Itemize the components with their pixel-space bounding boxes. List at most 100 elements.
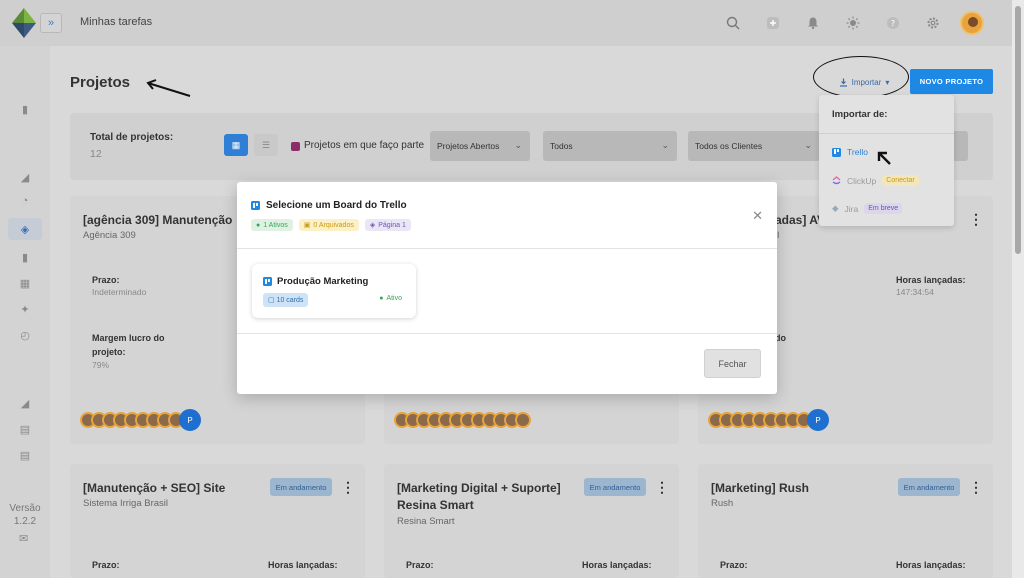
hours-label: Horas lançadas: xyxy=(582,560,652,570)
team-avatars[interactable]: P xyxy=(80,409,201,431)
clock-icon[interactable]: ◴ xyxy=(18,328,32,342)
expand-sidebar-button[interactable]: » xyxy=(40,13,62,33)
deadline-value: Indeterminado xyxy=(92,287,147,297)
project-title[interactable]: [Manutenção + SEO] Site xyxy=(83,480,225,497)
annotation-circle xyxy=(813,56,909,98)
grid-view-button[interactable]: ▦ xyxy=(224,134,248,156)
pie-chart-icon[interactable]: ◔ xyxy=(18,194,32,208)
trello-icon xyxy=(832,147,841,157)
active-count-badge: ● 1 Ativos xyxy=(251,219,293,231)
cards-count-badge: ▢ 10 cards xyxy=(263,293,309,307)
deadline-label: Prazo: xyxy=(92,275,120,285)
project-card[interactable]: [Marketing] Rush Rush Em andamento ⋮ Pra… xyxy=(698,464,993,578)
project-client: Sistema Irriga Brasil xyxy=(83,498,168,509)
sidebar: ▮ ◢ ◔ ◈ ▮ ▦ ✦ ◴ ◢ ▤ ▤ Versão 1.2.2 ✉ xyxy=(0,46,50,578)
annotation-arrow-icon xyxy=(146,79,191,97)
mail-icon[interactable]: ✉ xyxy=(19,532,28,545)
margin-value: 79% xyxy=(92,360,110,370)
layers-icon: ◈ xyxy=(369,222,376,229)
project-client: Rush xyxy=(711,498,734,509)
close-icon[interactable]: ✕ xyxy=(752,208,763,224)
dashboard-icon[interactable]: ▮ xyxy=(18,102,32,116)
cards-icon: ▢ xyxy=(268,297,275,304)
deadline-label: Prazo: xyxy=(92,560,120,570)
reports-icon[interactable]: ▮ xyxy=(18,250,32,264)
pin-icon[interactable]: ✦ xyxy=(18,302,32,316)
modal-title: Selecione um Board do Trello xyxy=(251,200,407,211)
divider xyxy=(237,333,777,334)
board-name[interactable]: Produção Marketing xyxy=(263,276,368,287)
projects-icon[interactable]: ◈ xyxy=(8,218,42,240)
status-badge: Em andamento xyxy=(584,478,646,496)
client-select[interactable]: Todos os Clientes ⌄ xyxy=(688,131,820,161)
hours-label: Horas lançadas: xyxy=(896,275,966,285)
annotation-cursor-icon xyxy=(877,151,891,165)
archive-icon: ▣ xyxy=(303,222,311,229)
project-card[interactable]: [Marketing Digital + Suporte] Resina Sma… xyxy=(384,464,679,578)
close-button[interactable]: Fechar xyxy=(704,349,761,378)
scrollbar-thumb[interactable] xyxy=(1015,6,1021,254)
page-badge: ◈ Página 1 xyxy=(364,219,411,231)
card-menu-icon[interactable]: ⋮ xyxy=(341,480,355,494)
deadline-label: Prazo: xyxy=(720,560,748,570)
app-version: Versão 1.2.2 xyxy=(9,503,41,527)
analytics-icon[interactable]: ◢ xyxy=(18,396,32,410)
help-icon[interactable]: ? xyxy=(880,10,906,36)
project-title[interactable]: adas] AV xyxy=(775,212,825,229)
app-logo[interactable] xyxy=(12,8,36,38)
user-avatar[interactable] xyxy=(960,11,984,35)
list-view-button[interactable]: ☰ xyxy=(254,134,278,156)
vertical-scrollbar[interactable] xyxy=(1012,0,1024,578)
status-badge: Em andamento xyxy=(898,478,960,496)
clickup-icon xyxy=(832,176,841,185)
archived-count-badge: ▣ 0 Arquivados xyxy=(298,219,359,231)
add-icon[interactable] xyxy=(760,10,786,36)
type-select[interactable]: Todos ⌄ xyxy=(543,131,677,161)
status-badge: Em andamento xyxy=(270,478,332,496)
trello-icon xyxy=(263,277,272,286)
board-status-badge: ● Ativo xyxy=(379,295,402,302)
avatar-overflow[interactable]: P xyxy=(179,409,201,431)
coming-soon-badge: Em breve xyxy=(864,203,903,214)
margin-label: Margem lucro do projeto: xyxy=(92,333,165,357)
calendar-icon[interactable]: ▦ xyxy=(18,276,32,290)
project-title[interactable]: [Marketing] Rush xyxy=(711,480,809,497)
hours-value: 147:34:54 xyxy=(896,287,934,297)
breadcrumb[interactable]: Minhas tarefas xyxy=(80,16,152,28)
my-projects-checkbox[interactable] xyxy=(291,142,300,151)
trend-icon[interactable]: ◢ xyxy=(18,170,32,184)
chevron-down-icon: ⌄ xyxy=(661,140,669,150)
sun-icon[interactable] xyxy=(840,10,866,36)
import-trello-item[interactable]: Trello xyxy=(832,147,868,157)
my-projects-label[interactable]: Projetos em que faço parte xyxy=(304,140,424,151)
connect-badge[interactable]: Conectar xyxy=(882,175,919,186)
project-client: Resina Smart xyxy=(397,516,455,527)
deadline-label: Prazo: xyxy=(406,560,434,570)
card-menu-icon[interactable]: ⋮ xyxy=(969,212,983,226)
dropdown-header: Importar de: xyxy=(832,109,888,120)
file-icon[interactable]: ▤ xyxy=(18,448,32,462)
svg-text:?: ? xyxy=(891,19,895,28)
project-title[interactable]: [Marketing Digital + Suporte] Resina Sma… xyxy=(397,480,577,514)
divider xyxy=(237,248,777,249)
hours-label: Horas lançadas: xyxy=(896,560,966,570)
project-title[interactable]: [agência 309] Manutenção xyxy=(83,212,232,229)
team-avatars[interactable]: P xyxy=(708,409,829,431)
import-clickup-item[interactable]: ClickUp Conectar xyxy=(832,175,919,186)
card-menu-icon[interactable]: ⋮ xyxy=(969,480,983,494)
avatar-overflow[interactable]: P xyxy=(807,409,829,431)
document-icon[interactable]: ▤ xyxy=(18,422,32,436)
gear-icon[interactable] xyxy=(920,10,946,36)
card-menu-icon[interactable]: ⋮ xyxy=(655,480,669,494)
check-circle-icon: ● xyxy=(379,295,384,302)
new-project-button[interactable]: NOVO PROJETO xyxy=(910,69,993,94)
total-projects-label: Total de projetos: xyxy=(90,132,174,143)
chevron-down-icon: ⌄ xyxy=(804,140,812,150)
status-select[interactable]: Projetos Abertos ⌄ xyxy=(430,131,530,161)
trello-board-modal: Selecione um Board do Trello ● 1 Ativos ▣… xyxy=(237,182,777,394)
project-card[interactable]: [Manutenção + SEO] Site Sistema Irriga B… xyxy=(70,464,365,578)
team-avatars[interactable] xyxy=(394,412,531,428)
board-card[interactable]: Produção Marketing ▢ 10 cards ● Ativo xyxy=(252,264,416,318)
bell-icon[interactable] xyxy=(800,10,826,36)
search-icon[interactable] xyxy=(720,10,746,36)
